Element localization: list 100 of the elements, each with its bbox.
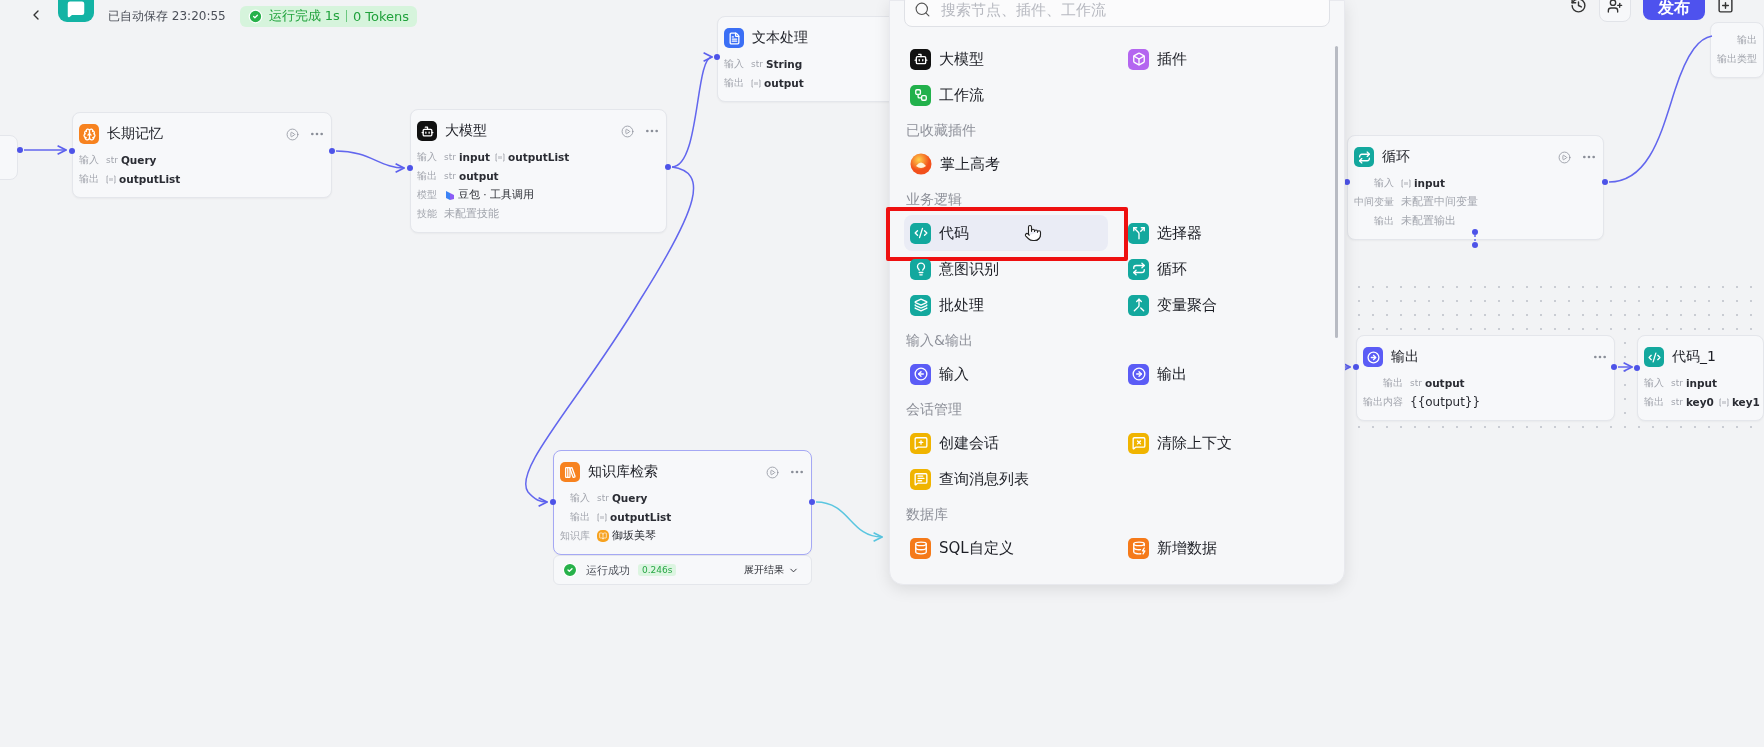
connection-port[interactable] [550,499,556,505]
field-value: key0 [1685,396,1714,408]
connection-port[interactable] [665,164,671,170]
node-card[interactable]: 输出 输出 str output 输出内容 {{output}} [1356,335,1615,421]
model-logo-icon [444,189,455,201]
type-tag: str [1671,397,1683,407]
connection-port[interactable] [1602,179,1608,185]
field-label: 技能 [417,207,437,221]
field-value: outputList [508,151,570,163]
node-title: 文本处理 [752,29,808,47]
menu-item[interactable]: 掌上高考 [904,146,1106,182]
menu-item[interactable]: 大模型 [904,41,1106,77]
book-icon [597,530,609,542]
expand-results-button[interactable]: 展开结果 [744,563,799,577]
node-card[interactable]: 知识库检索 输入 str Query 输出 outputList 知识库 御坂美琴 [553,450,812,555]
menu-item[interactable]: 变量聚合 [1122,287,1324,323]
node-title: 大模型 [445,122,487,140]
connection-port[interactable] [69,148,75,154]
field-value: 豆包 · 工具调用 [458,188,534,202]
type-tag: str [106,155,118,165]
app-logo-icon [910,153,932,175]
field-label: 输入 [79,153,99,167]
connection-port[interactable] [1353,364,1359,370]
connection-port[interactable] [407,165,413,171]
field-value: Query [120,154,157,166]
node-title: 循环 [1382,148,1410,166]
user-plus-icon [1607,0,1623,14]
field-value: output [764,77,804,89]
field-label: 输出 [569,510,590,524]
field-value: Query [611,492,648,504]
connection-port[interactable] [1472,229,1478,235]
connector-line [335,150,405,173]
play-icon [766,465,779,479]
connection-port[interactable] [329,148,335,154]
menu-item[interactable]: SQL自定义 [904,530,1106,566]
connection-port[interactable] [714,54,720,60]
section-title: 已收藏插件 [905,121,977,140]
field-label: 输入 [569,491,590,505]
list-type-icon [1718,397,1729,407]
field-label: 模型 [417,188,437,202]
section-title: 输入&输出 [905,331,974,350]
connection-port[interactable] [1611,364,1617,370]
list-type-icon [597,512,607,522]
field-value: 未配置中间变量 [1401,195,1478,209]
menu-item[interactable]: 代码 [904,215,1108,251]
field-value: {{output}} [1410,395,1481,409]
field-label: 输入 [1644,376,1664,390]
type-tag: str [444,152,456,162]
list-type-icon [1401,178,1411,188]
field-value: String [765,58,803,70]
field-value: outputList [610,511,672,523]
connection-port[interactable] [1472,242,1478,248]
search-field[interactable]: 搜索节点、插件、工作流 [904,0,1330,27]
field-value: 未配置输出 [1401,214,1456,228]
node-card[interactable]: 长期记忆 输入 str Query 输出 outputList [72,112,332,198]
connection-port[interactable] [1634,365,1640,371]
connector-line [1617,361,1633,373]
field-value: key1 [1731,396,1760,408]
history-icon[interactable] [1570,0,1587,14]
field-label: 输出 [1382,376,1403,390]
menu-item[interactable]: 工作流 [904,77,1106,113]
menu-item[interactable]: 输出 [1122,356,1324,392]
play-icon [1558,150,1571,164]
menu-item[interactable]: 插件 [1122,41,1324,77]
section-title: 会话管理 [905,400,963,419]
menu-item[interactable]: 批处理 [904,287,1106,323]
success-icon [562,562,578,578]
node-card[interactable]: 循环 输入 input 中间变量 未配置中间变量 输出 未配置输出 [1347,135,1604,240]
token-count: 0 Tokens [352,8,410,24]
field-value: outputList [119,173,181,185]
field-value: 未配置技能 [444,207,499,221]
menu-item[interactable]: 创建会话 [904,425,1106,461]
field-label: 输出 [79,172,99,186]
menu-item[interactable]: 查询消息列表 [904,461,1106,497]
menu-item[interactable]: 选择器 [1122,215,1324,251]
field-value: output [1424,377,1465,389]
run-status: 运行完成 1s [268,7,340,25]
success-icon [247,8,263,24]
field-label: 输出类型 [1717,52,1757,66]
menu-item[interactable]: 清除上下文 [1122,425,1324,461]
hand-cursor-icon [1024,224,1042,242]
connection-port[interactable] [17,147,23,153]
menu-item[interactable]: 输入 [904,356,1106,392]
connector-line [23,144,67,156]
menu-item[interactable]: 循环 [1122,251,1324,287]
field-label: 中间变量 [1354,195,1394,209]
node-card[interactable]: 代码_1 输入 str input 输出 str key0 key1 [1637,335,1764,421]
menu-item[interactable]: 意图识别 [904,251,1106,287]
field-label: 输出 [1736,33,1757,47]
save-status: 已自动保存 23:20:55 [108,7,226,25]
connection-port[interactable] [809,499,815,505]
node-title: 代码_1 [1672,348,1716,366]
connection-port[interactable] [1344,179,1350,185]
scrollbar-thumb[interactable] [1335,46,1338,338]
publish-button[interactable]: 发布 [1643,0,1705,20]
node-card[interactable]: 大模型 输入 str input outputList 输出 str output 模型 豆包 · 工具调用 技能 未配置技能 [410,109,667,233]
menu-item[interactable]: 新增数据 [1122,530,1324,566]
field-label: 输入 [724,57,744,71]
field-value: input [1414,177,1446,189]
field-value: input [458,151,490,163]
